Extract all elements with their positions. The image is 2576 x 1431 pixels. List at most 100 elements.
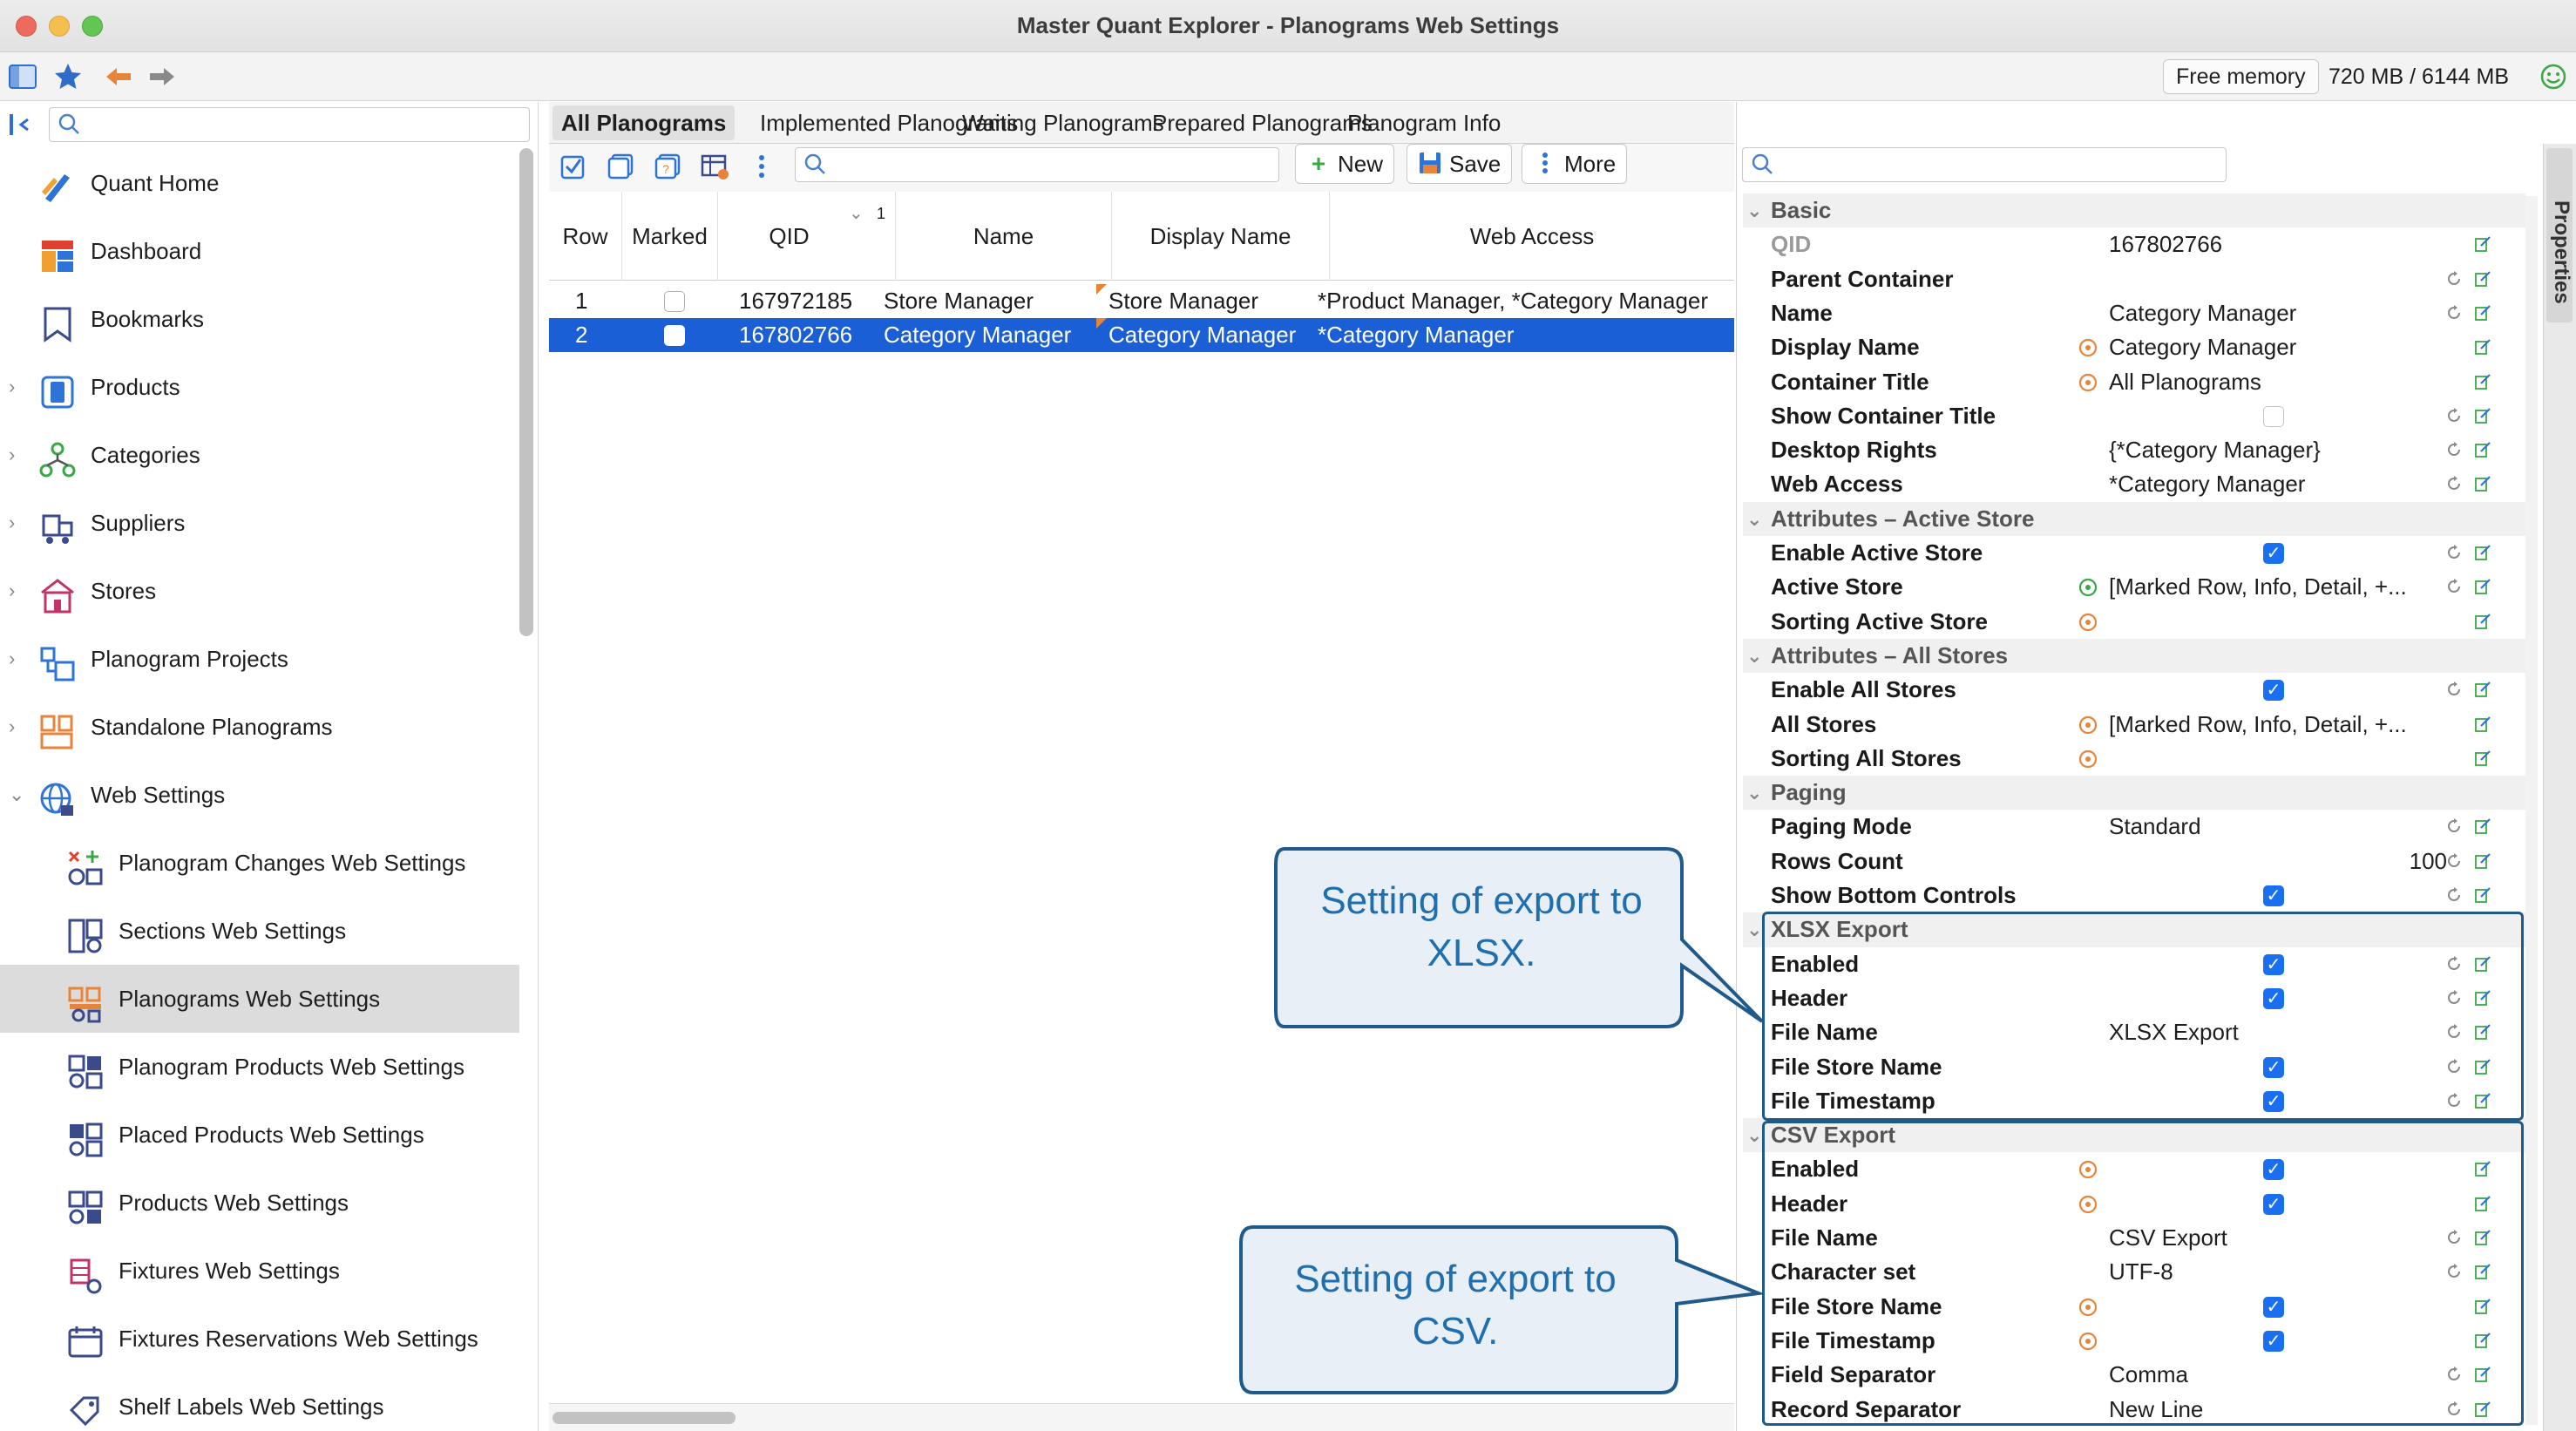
property-row[interactable]: QID 167802766 bbox=[1743, 227, 2525, 261]
reset-default-icon[interactable] bbox=[2445, 441, 2463, 458]
orange-refresh-icon[interactable] bbox=[2078, 749, 2098, 770]
edit-property-icon[interactable] bbox=[2473, 269, 2492, 288]
property-row[interactable]: Name Category Manager bbox=[1743, 296, 2525, 330]
more-button[interactable]: More bbox=[1522, 144, 1628, 184]
sidebar-search-input[interactable] bbox=[49, 107, 530, 142]
collapse-sidebar-icon[interactable] bbox=[5, 109, 37, 140]
sidebar-item-bookmarks[interactable]: Bookmarks bbox=[0, 285, 519, 353]
property-group-header[interactable]: ⌄ Basic bbox=[1743, 193, 2525, 228]
reset-default-icon[interactable] bbox=[2445, 817, 2463, 835]
favorites-star-icon[interactable] bbox=[52, 61, 84, 92]
table-horizontal-scrollbar[interactable] bbox=[552, 1412, 736, 1424]
property-checkbox-checked[interactable]: ✓ bbox=[2263, 680, 2284, 702]
property-value[interactable]: {*Category Manager} bbox=[2109, 433, 2321, 467]
edit-property-icon[interactable] bbox=[2473, 817, 2492, 836]
column-header-marked[interactable]: Marked bbox=[622, 192, 718, 281]
orange-refresh-icon[interactable] bbox=[2078, 337, 2098, 358]
chevron-down-icon[interactable]: ⌄ bbox=[1746, 639, 1762, 673]
sidebar-item-shelf-labels-web-settings[interactable]: Shelf Labels Web Settings bbox=[0, 1373, 519, 1431]
column-header-qid[interactable]: QID ⌄ 1 bbox=[718, 192, 896, 281]
chevron-right-icon[interactable]: › bbox=[9, 353, 26, 421]
back-arrow-icon[interactable] bbox=[103, 61, 134, 92]
sidebar-item-products-web-settings[interactable]: Products Web Settings bbox=[0, 1169, 519, 1237]
chevron-down-icon[interactable]: ⌄ bbox=[9, 761, 26, 829]
reset-default-icon[interactable] bbox=[2445, 304, 2463, 322]
property-row[interactable]: Container Title All Planograms bbox=[1743, 365, 2525, 399]
sidebar-scrollbar[interactable] bbox=[519, 148, 533, 636]
edit-property-icon[interactable] bbox=[2473, 612, 2492, 631]
column-header-display-name[interactable]: Display Name bbox=[1112, 192, 1330, 281]
edit-property-icon[interactable] bbox=[2473, 303, 2492, 322]
property-group-header[interactable]: ⌄ Paging bbox=[1743, 776, 2525, 810]
property-value[interactable]: 100 bbox=[2410, 844, 2447, 878]
orange-refresh-icon[interactable] bbox=[2078, 372, 2098, 393]
marked-checkbox[interactable] bbox=[664, 291, 685, 312]
marked-checkbox[interactable] bbox=[664, 325, 685, 346]
tab-all-planograms[interactable]: All Planograms bbox=[552, 105, 736, 140]
column-header-row[interactable]: Row bbox=[549, 192, 622, 281]
save-button[interactable]: Save bbox=[1407, 144, 1513, 184]
property-row[interactable]: Desktop Rights {*Category Manager} bbox=[1743, 433, 2525, 467]
property-checkbox-unchecked[interactable] bbox=[2263, 405, 2284, 427]
orange-refresh-icon[interactable] bbox=[2078, 612, 2098, 633]
table-search-input[interactable] bbox=[795, 147, 1279, 182]
chevron-right-icon[interactable]: › bbox=[9, 421, 26, 489]
edit-property-icon[interactable] bbox=[2473, 680, 2492, 699]
property-row[interactable]: Show Container Title bbox=[1743, 399, 2525, 433]
edit-property-icon[interactable] bbox=[2473, 440, 2492, 459]
property-row[interactable]: Active Store [Marked Row, Info, Detail, +… bbox=[1743, 570, 2525, 604]
property-row[interactable]: Rows Count 100 bbox=[1743, 844, 2525, 878]
property-value[interactable]: *Category Manager bbox=[2109, 467, 2305, 501]
sidebar-item-suppliers[interactable]: › Suppliers bbox=[0, 489, 519, 557]
more-vertical-icon[interactable] bbox=[746, 151, 777, 182]
sidebar-item-stores[interactable]: › Stores bbox=[0, 557, 519, 625]
chevron-down-icon[interactable]: ⌄ bbox=[1746, 1118, 1762, 1152]
chevron-right-icon[interactable]: › bbox=[9, 557, 26, 625]
chevron-right-icon[interactable]: › bbox=[9, 625, 26, 693]
reset-default-icon[interactable] bbox=[2445, 475, 2463, 492]
sidebar-item-products[interactable]: › Products bbox=[0, 353, 519, 421]
sidebar-item-planogram-projects[interactable]: › Planogram Projects bbox=[0, 625, 519, 693]
property-value[interactable]: Category Manager bbox=[2109, 296, 2296, 330]
property-row[interactable]: Sorting All Stores bbox=[1743, 742, 2525, 776]
property-row[interactable]: Web Access *Category Manager bbox=[1743, 467, 2525, 501]
property-value[interactable]: Category Manager bbox=[2109, 330, 2296, 364]
edit-property-icon[interactable] bbox=[2473, 543, 2492, 562]
edit-property-icon[interactable] bbox=[2473, 234, 2492, 254]
sidebar-item-placed-products-web-settings[interactable]: Placed Products Web Settings bbox=[0, 1101, 519, 1169]
edit-property-icon[interactable] bbox=[2473, 337, 2492, 356]
column-header-name[interactable]: Name bbox=[896, 192, 1112, 281]
sidebar-item-planogram-changes-web-settings[interactable]: Planogram Changes Web Settings bbox=[0, 829, 519, 897]
tab-planogram-info[interactable]: Planogram Info bbox=[1339, 105, 1509, 140]
column-settings-icon[interactable] bbox=[699, 151, 730, 182]
sidebar-item-fixtures-web-settings[interactable]: Fixtures Web Settings bbox=[0, 1237, 519, 1305]
chevron-down-icon[interactable]: ⌄ bbox=[1746, 502, 1762, 536]
property-group-header[interactable]: ⌄ Attributes – All Stores bbox=[1743, 638, 2525, 674]
property-value[interactable]: 167802766 bbox=[2109, 227, 2222, 261]
property-group-header[interactable]: ⌄ Attributes – Active Store bbox=[1743, 501, 2525, 536]
mark-all-icon[interactable] bbox=[558, 151, 589, 182]
chevron-down-icon[interactable]: ⌄ bbox=[1746, 776, 1762, 810]
tab-waiting-planograms[interactable]: Waiting Planograms bbox=[953, 105, 1173, 140]
column-header-web-access[interactable]: Web Access bbox=[1330, 192, 1734, 281]
chevron-right-icon[interactable]: › bbox=[9, 693, 26, 761]
edit-property-icon[interactable] bbox=[2473, 372, 2492, 391]
property-row[interactable]: Paging Mode Standard bbox=[1743, 810, 2525, 844]
sidebar-toggle-icon[interactable] bbox=[7, 61, 38, 92]
property-value[interactable]: [Marked Row, Info, Detail, +... bbox=[2109, 570, 2407, 604]
new-button[interactable]: + New bbox=[1295, 144, 1395, 184]
edit-property-icon[interactable] bbox=[2473, 851, 2492, 871]
property-checkbox-checked[interactable]: ✓ bbox=[2263, 885, 2284, 906]
edit-property-icon[interactable] bbox=[2473, 749, 2492, 768]
reset-default-icon[interactable] bbox=[2445, 681, 2463, 698]
reset-default-icon[interactable] bbox=[2445, 270, 2463, 288]
sidebar-item-standalone-planograms[interactable]: › Standalone Planograms bbox=[0, 693, 519, 761]
sidebar-item-web-settings[interactable]: ⌄ Web Settings bbox=[0, 761, 519, 829]
reset-default-icon[interactable] bbox=[2445, 407, 2463, 424]
sidebar-item-dashboard[interactable]: Dashboard bbox=[0, 217, 519, 285]
property-checkbox-checked[interactable]: ✓ bbox=[2263, 543, 2284, 564]
property-value[interactable]: Standard bbox=[2109, 810, 2201, 844]
sidebar-item-planogram-products-web-settings[interactable]: Planogram Products Web Settings bbox=[0, 1033, 519, 1101]
table-row[interactable]: 1 167972185 Store Manager Store Manager … bbox=[549, 284, 1734, 318]
table-row-selected[interactable]: 2 167802766 Category Manager Category Ma… bbox=[549, 318, 1734, 352]
